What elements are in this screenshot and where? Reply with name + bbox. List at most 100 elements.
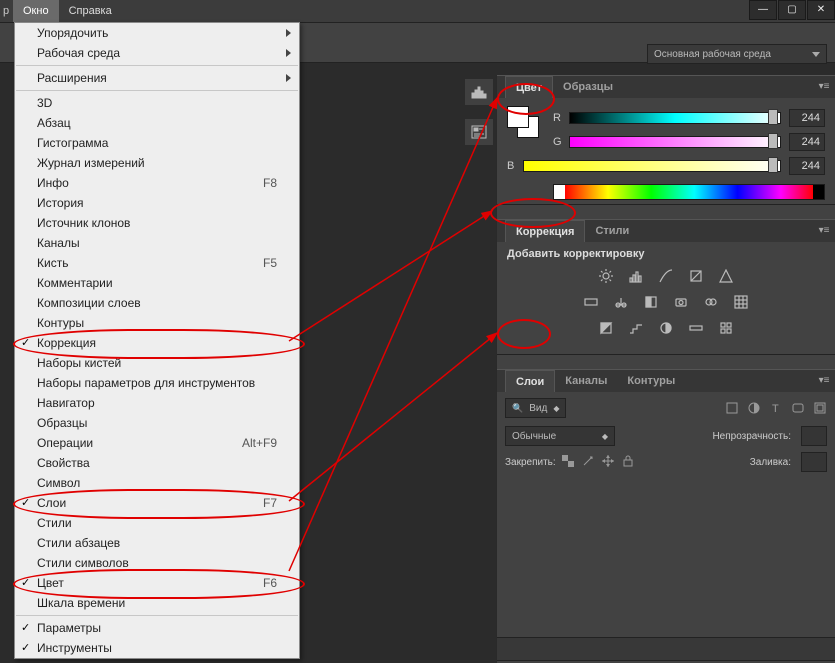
menu-item[interactable]: ✓Параметры <box>15 618 299 638</box>
opacity-input[interactable] <box>801 426 827 446</box>
maximize-button[interactable]: ▢ <box>778 0 806 20</box>
close-button[interactable]: ✕ <box>807 0 835 20</box>
adjustments-panel: Коррекция Стили ▾≡ Добавить корректировк… <box>497 219 835 355</box>
adj-hue-icon[interactable] <box>580 292 602 312</box>
tab-swatches[interactable]: Образцы <box>553 76 623 98</box>
menu-item[interactable]: Символ <box>15 473 299 493</box>
menu-item[interactable]: Навигатор <box>15 393 299 413</box>
menu-item[interactable]: Журнал измерений <box>15 153 299 173</box>
slider-thumb[interactable] <box>768 109 778 125</box>
menu-item[interactable]: ОперацииAlt+F9 <box>15 433 299 453</box>
menu-window[interactable]: Окно <box>13 0 59 22</box>
menu-item[interactable]: Источник клонов <box>15 213 299 233</box>
blend-mode-select[interactable]: Обычные ◆ <box>505 426 615 446</box>
filter-adjust-icon[interactable] <box>747 401 761 415</box>
color-spectrum[interactable] <box>553 184 825 200</box>
menu-item[interactable]: Композиции слоев <box>15 293 299 313</box>
menu-item-shortcut: F6 <box>263 576 277 590</box>
menu-item[interactable]: Гистограмма <box>15 133 299 153</box>
tab-layers[interactable]: Слои <box>505 370 555 392</box>
lock-pixels-icon[interactable] <box>582 455 594 470</box>
menu-item[interactable]: Рабочая среда <box>15 43 299 63</box>
lock-all-icon[interactable] <box>622 455 634 470</box>
adj-brightness-icon[interactable] <box>595 266 617 286</box>
filter-smart-icon[interactable] <box>813 401 827 415</box>
filter-shape-icon[interactable] <box>791 401 805 415</box>
tab-color[interactable]: Цвет <box>505 76 553 98</box>
menu-item-label: Композиции слоев <box>37 296 277 310</box>
menu-item[interactable]: ✓ЦветF6 <box>15 573 299 593</box>
menu-item[interactable]: ИнфоF8 <box>15 173 299 193</box>
menu-item[interactable]: 3D <box>15 93 299 113</box>
fg-color-swatch[interactable] <box>507 106 529 128</box>
tab-paths[interactable]: Контуры <box>617 370 685 392</box>
dock-histogram-icon[interactable] <box>465 79 493 105</box>
color-slider-r[interactable] <box>569 112 781 124</box>
filter-type-icon[interactable]: T <box>769 401 783 415</box>
adj-channelmixer-icon[interactable] <box>700 292 722 312</box>
panel-menu-icon[interactable]: ▾≡ <box>817 374 831 386</box>
menu-item[interactable]: Упорядочить <box>15 23 299 43</box>
slider-thumb[interactable] <box>768 157 778 173</box>
channel-value-input[interactable]: 244 <box>789 109 825 127</box>
menu-item[interactable]: Абзац <box>15 113 299 133</box>
adj-vibrance-icon[interactable] <box>715 266 737 286</box>
menu-item[interactable]: ✓Коррекция <box>15 333 299 353</box>
lock-position-icon[interactable] <box>602 455 614 470</box>
panel-menu-icon[interactable]: ▾≡ <box>817 80 831 92</box>
check-icon: ✓ <box>21 336 30 349</box>
dock-properties-icon[interactable] <box>465 119 493 145</box>
menu-help[interactable]: Справка <box>59 0 122 22</box>
adj-invert-icon[interactable] <box>595 318 617 338</box>
menu-item[interactable]: Стили символов <box>15 553 299 573</box>
adj-colorbalance-icon[interactable] <box>610 292 632 312</box>
menu-item[interactable]: Расширения <box>15 68 299 88</box>
menu-item[interactable]: Каналы <box>15 233 299 253</box>
color-slider-g[interactable] <box>569 136 781 148</box>
adj-curves-icon[interactable] <box>655 266 677 286</box>
tab-styles[interactable]: Стили <box>585 220 639 242</box>
adj-bw-icon[interactable] <box>640 292 662 312</box>
workspace-selector[interactable]: Основная рабочая среда <box>647 44 827 64</box>
adj-levels-icon[interactable] <box>625 266 647 286</box>
adj-threshold-icon[interactable] <box>655 318 677 338</box>
menubar: р Окно Справка — ▢ ✕ <box>0 0 835 23</box>
adj-colorlookup-icon[interactable] <box>730 292 752 312</box>
tab-channels[interactable]: Каналы <box>555 370 617 392</box>
menu-item[interactable]: Контуры <box>15 313 299 333</box>
slider-thumb[interactable] <box>768 133 778 149</box>
menu-item[interactable]: КистьF5 <box>15 253 299 273</box>
layer-filter-kind[interactable]: 🔍 Вид ◆ <box>505 398 566 418</box>
menu-item[interactable]: ✓СлоиF7 <box>15 493 299 513</box>
check-icon: ✓ <box>21 576 30 589</box>
menu-item[interactable]: Наборы параметров для инструментов <box>15 373 299 393</box>
channel-value-input[interactable]: 244 <box>789 133 825 151</box>
channel-value-input[interactable]: 244 <box>789 157 825 175</box>
menu-item[interactable]: Свойства <box>15 453 299 473</box>
menu-item[interactable]: ✓Инструменты <box>15 638 299 658</box>
fill-input[interactable] <box>801 452 827 472</box>
menu-item[interactable]: Стили <box>15 513 299 533</box>
adj-posterize-icon[interactable] <box>625 318 647 338</box>
adj-gradientmap-icon[interactable] <box>685 318 707 338</box>
fg-bg-swatches[interactable] <box>507 106 541 140</box>
menu-item[interactable]: Шкала времени <box>15 593 299 613</box>
menu-item-label: Шкала времени <box>37 596 277 610</box>
adj-exposure-icon[interactable] <box>685 266 707 286</box>
panel-menu-icon[interactable]: ▾≡ <box>817 224 831 236</box>
tab-adjustments[interactable]: Коррекция <box>505 220 585 242</box>
filter-pixel-icon[interactable] <box>725 401 739 415</box>
menu-item-label: Свойства <box>37 456 277 470</box>
lock-transparency-icon[interactable] <box>562 455 574 470</box>
color-slider-row: B244 <box>507 154 825 178</box>
menu-item[interactable]: История <box>15 193 299 213</box>
menu-item[interactable]: Комментарии <box>15 273 299 293</box>
adj-selectivecolor-icon[interactable] <box>715 318 737 338</box>
menu-item-label: Журнал измерений <box>37 156 277 170</box>
menu-item[interactable]: Наборы кистей <box>15 353 299 373</box>
adj-photofilter-icon[interactable] <box>670 292 692 312</box>
color-slider-b[interactable] <box>523 160 781 172</box>
minimize-button[interactable]: — <box>749 0 777 20</box>
menu-item[interactable]: Стили абзацев <box>15 533 299 553</box>
menu-item[interactable]: Образцы <box>15 413 299 433</box>
